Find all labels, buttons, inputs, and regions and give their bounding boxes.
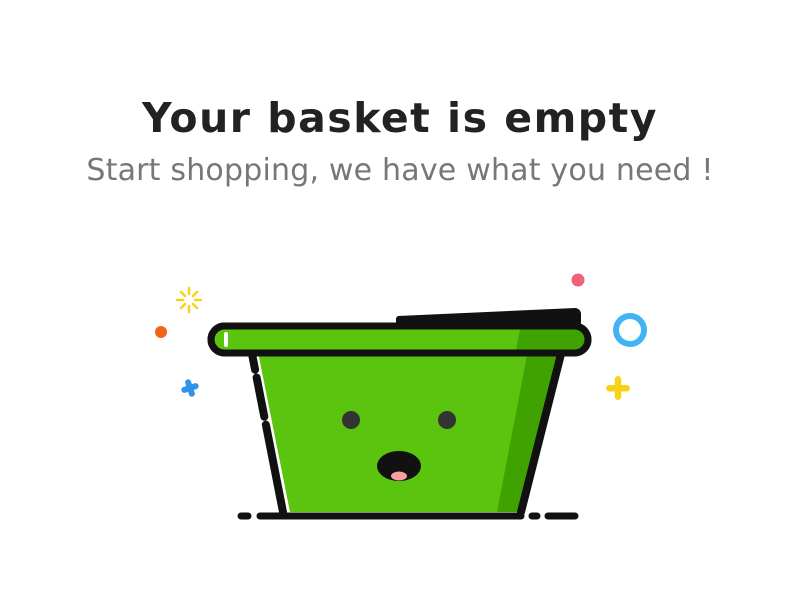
blue-plus-icon <box>181 379 199 397</box>
empty-basket-page: Your basket is empty Start shopping, we … <box>0 0 800 600</box>
orange-dot-icon <box>155 326 167 338</box>
sparkle-icon <box>175 286 203 314</box>
pink-dot-icon <box>571 273 585 287</box>
ring-icon <box>613 313 647 347</box>
yellow-plus-icon <box>606 376 630 400</box>
empty-basket-icon <box>207 308 592 520</box>
empty-basket-illustration <box>155 273 647 520</box>
mouth <box>377 451 421 481</box>
right-eye <box>438 411 456 429</box>
left-eye <box>342 411 360 429</box>
